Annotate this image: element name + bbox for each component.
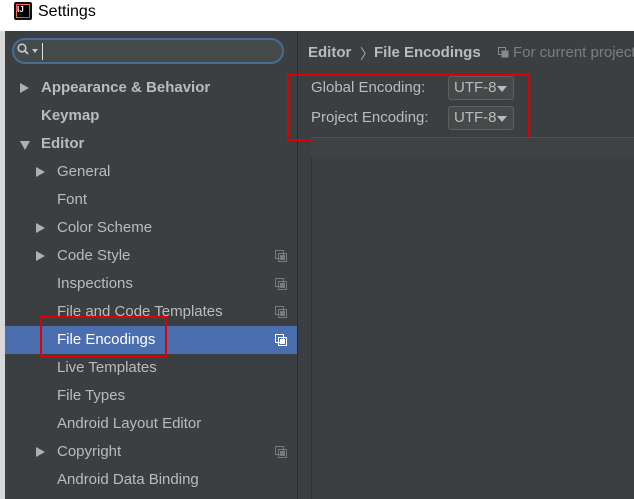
text-cursor [42,43,43,60]
expand-down-icon[interactable] [20,141,30,150]
global-encoding-select[interactable]: UTF-8 [448,76,514,100]
sidebar-item-inspections[interactable]: Inspections [5,270,297,298]
sidebar-item-appearance-behavior[interactable]: Appearance & Behavior [5,74,297,102]
sidebar-item-android-data-binding[interactable]: Android Data Binding [5,466,297,494]
sidebar-item-label: Android Data Binding [57,471,199,488]
breadcrumb-parent[interactable]: Editor [308,44,351,61]
sidebar-item-file-types[interactable]: File Types [5,382,297,410]
project-settings-icon [275,334,287,346]
project-settings-icon [275,278,287,290]
sidebar-item-label: Editor [41,135,85,152]
path-encoding-table-header [311,137,634,158]
expand-right-icon[interactable] [36,447,45,457]
sidebar-item-editor[interactable]: Editor [5,130,297,158]
expand-right-icon[interactable] [36,251,45,261]
project-settings-icon [275,446,287,458]
sidebar-item-android-layout-editor[interactable]: Android Layout Editor [5,410,297,438]
sidebar-item-label: Copyright [57,443,122,460]
sidebar-item-code-style[interactable]: Code Style [5,242,297,270]
search-input[interactable] [12,38,284,64]
sidebar-item-font[interactable]: Font [5,186,297,214]
project-scope-icon [498,47,509,58]
sidebar-item-label: Code Style [57,247,131,264]
global-encoding-label: Global Encoding: [311,79,426,96]
sidebar-item-label: Appearance & Behavior [41,79,211,96]
sidebar-item-label: Color Scheme [57,219,153,236]
project-encoding-label: Project Encoding: [311,109,429,126]
sidebar-item-live-templates[interactable]: Live Templates [5,354,297,382]
sidebar-item-label: Keymap [41,107,100,124]
project-encoding-value: UTF-8 [454,109,497,126]
sidebar-item-label: Live Templates [57,359,157,376]
chevron-down-icon [497,116,507,122]
path-encoding-table[interactable] [311,157,634,499]
expand-right-icon[interactable] [20,83,29,93]
project-encoding-select[interactable]: UTF-8 [448,106,514,130]
intellij-app-icon: IJ [14,2,32,20]
expand-right-icon[interactable] [36,223,45,233]
sidebar-item-label: File Types [57,387,126,404]
breadcrumb-current: File Encodings [374,44,481,61]
sidebar-item-label: General [57,163,111,180]
sidebar-item-label: Inspections [57,275,133,292]
project-settings-icon [275,306,287,318]
sidebar-item-copyright[interactable]: Copyright [5,438,297,466]
project-settings-icon [275,250,287,262]
highlight-file-encodings [40,316,167,358]
search-icon [17,43,29,55]
scope-note: For current project [513,44,634,61]
content-header: Editor 〉 File Encodings For current proj… [298,38,634,68]
sidebar-item-keymap[interactable]: Keymap [5,102,297,130]
global-encoding-value: UTF-8 [454,79,497,96]
sidebar-item-label: Android Layout Editor [57,415,202,432]
sidebar-item-color-scheme[interactable]: Color Scheme [5,214,297,242]
sidebar-item-general[interactable]: General [5,158,297,186]
window-title: Settings [38,3,96,20]
chevron-down-icon [497,86,507,92]
breadcrumb-separator: 〉 [360,46,374,62]
search-history-dropdown-icon[interactable] [32,49,38,53]
title-bar: IJ Settings [0,0,634,31]
expand-right-icon[interactable] [36,167,45,177]
sidebar-item-label: Font [57,191,88,208]
